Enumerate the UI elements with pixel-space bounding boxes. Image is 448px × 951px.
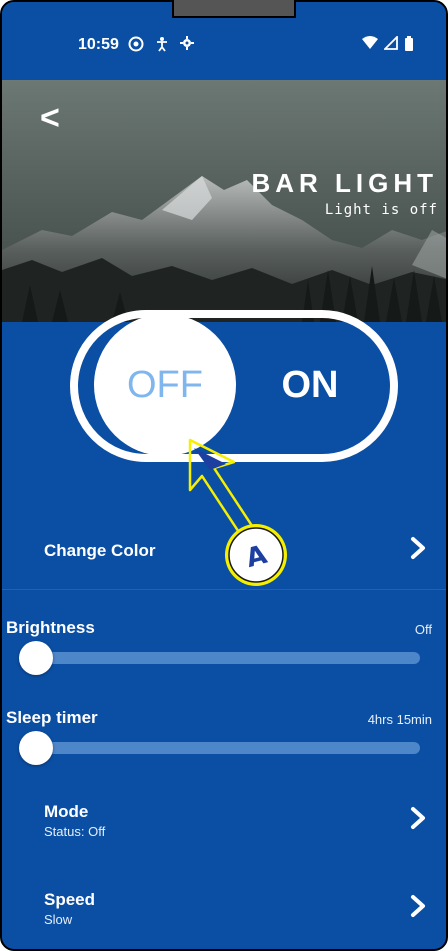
accessibility-icon	[154, 36, 170, 56]
toggle-on-label[interactable]: ON	[270, 364, 350, 407]
sleep-timer-value: 4hrs 15min	[367, 712, 432, 727]
brightness-label: Brightness	[6, 618, 95, 637]
signal-icon	[382, 34, 398, 54]
top-notch	[172, 0, 296, 18]
speed-status: Slow	[44, 912, 73, 927]
light-status-text: Light is off	[324, 202, 438, 218]
phone-screen: 10:59 < BAR LIGHT Light is off OFF ON Ch…	[0, 0, 448, 951]
sleep-timer-slider-thumb[interactable]	[19, 731, 53, 765]
mode-label: Mode	[44, 802, 89, 821]
toggle-off-label[interactable]: OFF	[94, 364, 236, 407]
status-time: 10:59	[78, 36, 119, 53]
change-color-row[interactable]: Change Color	[2, 512, 446, 590]
status-icons-left	[128, 36, 194, 56]
brightness-value: Off	[414, 622, 432, 637]
brightness-control: Brightness Off	[2, 602, 446, 682]
gear-icon	[180, 36, 194, 56]
sleep-timer-control: Sleep timer 4hrs 15min	[2, 692, 446, 772]
speed-label: Speed	[44, 890, 96, 909]
sleep-timer-slider-track[interactable]	[36, 742, 420, 754]
mode-status: Status: Off	[44, 824, 106, 839]
mode-row[interactable]: Mode Status: Off	[2, 778, 446, 864]
chevron-right-icon	[408, 806, 428, 836]
sleep-timer-label: Sleep timer	[6, 708, 98, 727]
back-button[interactable]: <	[40, 98, 80, 138]
brightness-slider-track[interactable]	[36, 652, 420, 664]
status-icons-right	[362, 34, 414, 54]
wifi-icon	[362, 36, 378, 54]
change-color-label: Change Color	[44, 540, 156, 560]
chevron-right-icon	[408, 536, 428, 566]
page-title: BAR LIGHT	[251, 168, 438, 198]
brightness-slider-thumb[interactable]	[19, 641, 53, 675]
speed-row[interactable]: Speed Slow	[2, 866, 446, 949]
browser-icon	[128, 36, 144, 56]
chevron-right-icon	[408, 894, 428, 924]
battery-icon	[404, 36, 414, 54]
